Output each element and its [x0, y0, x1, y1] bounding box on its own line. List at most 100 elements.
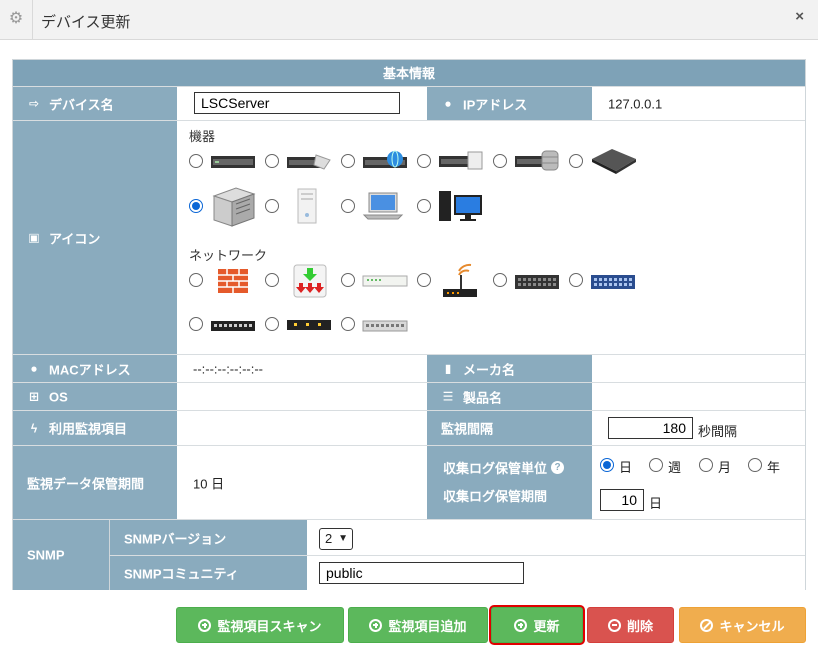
snmp-community-input[interactable] — [319, 562, 524, 584]
radio-switch-black-8[interactable] — [265, 317, 279, 331]
log-unit-label-text: 収集ログ保管単位 — [443, 461, 548, 476]
radio-switch-dark[interactable] — [493, 273, 507, 287]
radio-log-unit-year[interactable] — [748, 458, 762, 472]
device-name-cell — [177, 87, 427, 120]
row-mac: ● MACアドレス --:--:--:--:--:-- ▮ メーカ名 — [13, 355, 805, 383]
radio-router-download[interactable] — [265, 273, 279, 287]
switch-black-24-icon — [211, 321, 255, 331]
network-title: ネットワーク — [189, 248, 268, 263]
snmp-version-select[interactable]: 2 ▼ — [319, 528, 353, 550]
radio-switch-gray[interactable] — [341, 317, 355, 331]
snmp-community-label-text: SNMPコミュニティ — [124, 566, 239, 582]
close-icon[interactable]: × — [795, 8, 804, 25]
icon-chooser: 機器 ネットワーク — [177, 121, 805, 354]
monitor-items-label: ϟ 利用監視項目 — [13, 411, 177, 445]
rack-server-cable-icon — [287, 154, 331, 170]
radio-rack-server[interactable] — [189, 154, 203, 168]
laptop-icon — [362, 192, 404, 220]
plus-circle-icon — [198, 618, 212, 632]
sign-in-icon: ⇨ — [28, 96, 40, 111]
device-name-label-text: デバイス名 — [49, 97, 114, 112]
interval-input[interactable] — [608, 417, 693, 439]
radio-desktop-pc[interactable] — [417, 199, 431, 213]
retention-value: 10 日 — [193, 476, 225, 491]
bolt-icon: ϟ — [30, 421, 38, 435]
ip-label: ● IPアドレス — [427, 87, 592, 120]
log-unit-week-label: 週 — [668, 460, 682, 475]
radio-switch-blue[interactable] — [569, 273, 583, 287]
snmp-version-value: 2 — [325, 531, 333, 546]
delete-button[interactable]: 削除 — [587, 607, 674, 643]
minus-circle-icon — [607, 618, 621, 632]
log-unit-label: 収集ログ保管単位 ? — [443, 458, 565, 477]
gear-icon: ⚙ — [8, 10, 24, 27]
monitor-items-cell — [177, 411, 427, 445]
retention-label: 監視データ保管期間 — [13, 446, 177, 519]
row-monitor: ϟ 利用監視項目 監視間隔 秒間隔 — [13, 411, 805, 446]
log-labels: 収集ログ保管単位 ? 収集ログ保管期間 — [427, 446, 592, 519]
log-unit-month-label: 月 — [718, 460, 732, 475]
rack-server-globe-icon — [363, 150, 407, 168]
log-period-input[interactable] — [600, 489, 644, 511]
radio-rack-server-db[interactable] — [493, 154, 507, 168]
radio-laptop[interactable] — [341, 199, 355, 213]
snmp-version-cell: 2 ▼ — [307, 520, 805, 556]
firewall-icon — [218, 269, 248, 293]
globe-icon: ● — [444, 96, 452, 111]
pc-tower-icon — [297, 188, 317, 224]
device-form-table: 基本情報 ⇨ デバイス名 ● IPアドレス 127.0.0.1 ▣ アイコン 機器 — [12, 59, 806, 590]
rack-server-db-icon — [515, 150, 559, 171]
os-cell — [177, 383, 427, 410]
radio-log-unit-day[interactable] — [600, 458, 614, 472]
row-os: ⊞ OS ☰ 製品名 — [13, 383, 805, 411]
globe-icon: ● — [30, 361, 38, 376]
add-item-button[interactable]: 監視項目追加 — [348, 607, 488, 643]
snmp-community-label: SNMPコミュニティ — [109, 556, 307, 590]
icon-label-text: アイコン — [49, 231, 101, 246]
row-retention: 監視データ保管期間 10 日 収集ログ保管単位 ? 収集ログ保管期間 日 週 月… — [13, 446, 805, 520]
update-button-label: 更新 — [533, 618, 560, 634]
radio-pc-tower[interactable] — [265, 199, 279, 213]
os-label: ⊞ OS — [13, 383, 177, 410]
row-icon: ▣ アイコン 機器 ネットワーク — [13, 121, 805, 355]
radio-firewall[interactable] — [189, 273, 203, 287]
radio-rack-server-cable[interactable] — [265, 154, 279, 168]
switch-dark-icon — [515, 275, 559, 289]
radio-log-unit-week[interactable] — [649, 458, 663, 472]
radio-rack-server-doc[interactable] — [417, 154, 431, 168]
interval-label-text: 監視間隔 — [441, 421, 494, 437]
radio-server-tower[interactable] — [189, 199, 203, 213]
scan-button[interactable]: 監視項目スキャン — [176, 607, 344, 643]
storage-unit-icon — [592, 149, 636, 174]
titlebar-divider — [32, 0, 33, 40]
radio-rack-server-globe[interactable] — [341, 154, 355, 168]
snmp-label-text: SNMP — [27, 547, 65, 563]
cancel-button-label: キャンセル — [719, 618, 785, 634]
log-unit-day-label: 日 — [619, 460, 633, 475]
desktop-pc-icon — [439, 191, 482, 221]
radio-wifi-router[interactable] — [417, 273, 431, 287]
interval-unit: 秒間隔 — [698, 424, 738, 439]
window-titlebar: ⚙ デバイス更新 × — [0, 0, 818, 40]
log-cell: 日 週 月 年 日 — [592, 446, 805, 519]
log-unit-year-label: 年 — [767, 460, 781, 475]
radio-switch-light[interactable] — [341, 273, 355, 287]
maker-label: ▮ メーカ名 — [427, 355, 592, 382]
snmp-version-label-text: SNMPバージョン — [124, 531, 227, 546]
mac-cell: --:--:--:--:--:-- — [177, 355, 427, 382]
radio-switch-black-24[interactable] — [189, 317, 203, 331]
radio-storage-unit[interactable] — [569, 154, 583, 168]
device-name-input[interactable] — [194, 92, 400, 114]
log-period-label: 収集ログ保管期間 — [443, 489, 548, 504]
switch-blue-icon — [591, 275, 635, 289]
help-icon[interactable]: ? — [551, 461, 565, 474]
cancel-button[interactable]: キャンセル — [679, 607, 806, 643]
radio-log-unit-month[interactable] — [699, 458, 713, 472]
product-label: ☰ 製品名 — [427, 383, 592, 410]
rack-server-icon — [211, 156, 255, 168]
product-cell — [592, 383, 805, 410]
plus-circle-icon — [514, 618, 528, 632]
update-button[interactable]: 更新 — [491, 607, 583, 643]
switch-black-8-icon — [287, 320, 331, 330]
server-tower-icon — [212, 187, 256, 227]
